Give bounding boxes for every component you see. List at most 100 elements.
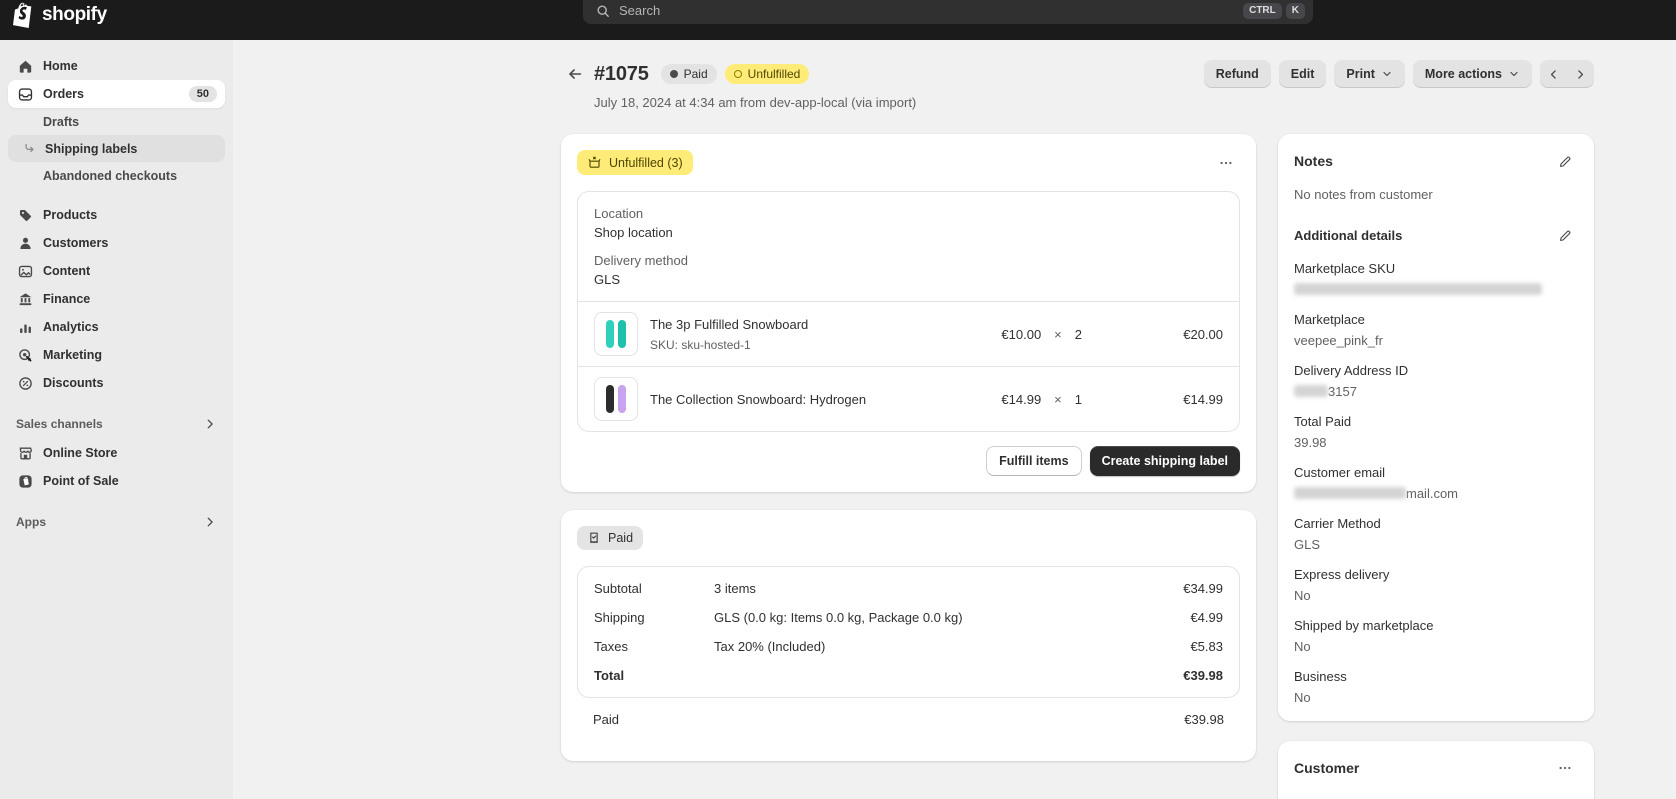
sidebar-item-online-store[interactable]: Online Store	[8, 439, 225, 467]
create-shipping-label-button[interactable]: Create shipping label	[1090, 446, 1240, 476]
unfulfilled-count-badge: Unfulfilled (3)	[577, 150, 693, 175]
product-title-link[interactable]: The Collection Snowboard: Hydrogen	[650, 392, 866, 407]
sidebar-item-label: Orders	[43, 87, 84, 101]
chevron-down-icon	[1381, 68, 1393, 80]
redacted-value	[1294, 283, 1542, 295]
sidebar-item-content[interactable]: Content	[8, 257, 225, 285]
chevron-right-icon	[203, 515, 217, 529]
shopify-bag-icon	[13, 1, 37, 28]
package-icon	[587, 155, 602, 170]
snowboard-graphic	[618, 320, 626, 348]
detail-field: Business No	[1294, 669, 1578, 705]
chevron-right-icon	[203, 417, 217, 431]
detail-field: Marketplace SKU	[1294, 261, 1578, 297]
order-pager	[1540, 60, 1594, 88]
sidebar-item-abandoned-checkouts[interactable]: Abandoned checkouts	[8, 162, 225, 189]
pencil-icon	[1558, 154, 1573, 169]
unfulfilled-status-badge: Unfulfilled	[725, 64, 810, 84]
sidebar-divider-gap	[8, 495, 225, 507]
line-total: €14.99	[1095, 392, 1223, 407]
additional-details-title: Additional details	[1294, 228, 1402, 243]
sidebar-item-label: Products	[43, 208, 97, 222]
unit-price: €10.00	[985, 327, 1041, 342]
edit-notes-button[interactable]	[1552, 150, 1578, 172]
sidebar-section-sales-channels[interactable]: Sales channels	[8, 409, 225, 439]
sidebar-item-orders[interactable]: Orders 50	[8, 80, 225, 108]
sidebar-item-label: Home	[43, 59, 78, 73]
sidebar-item-label: Online Store	[43, 446, 117, 460]
sidebar-item-label: Abandoned checkouts	[43, 169, 177, 183]
payment-row: Subtotal 3 items €34.99	[578, 574, 1239, 603]
order-number-title: #1075	[594, 63, 649, 86]
sidebar-item-analytics[interactable]: Analytics	[8, 313, 225, 341]
edit-button[interactable]: Edit	[1279, 60, 1327, 88]
previous-order-button[interactable]	[1540, 60, 1567, 88]
payment-card: Paid Subtotal 3 items €34.99 Shipping GL…	[561, 510, 1256, 761]
sidebar-item-label: Drafts	[43, 115, 79, 129]
shopify-logo: shopify	[13, 1, 107, 28]
multiply-sign: ×	[1054, 327, 1062, 342]
sidebar-item-shipping-labels[interactable]: Shipping labels	[8, 135, 225, 162]
delivery-method-label: Delivery method	[594, 253, 1223, 268]
payment-summary-box: Subtotal 3 items €34.99 Shipping GLS (0.…	[577, 566, 1240, 698]
sidebar-item-label: Analytics	[43, 320, 99, 334]
header-actions: Refund Edit Print More actions	[1204, 60, 1594, 88]
sidebar-item-label: Shipping labels	[45, 142, 137, 156]
customer-card: Customer	[1278, 741, 1594, 799]
shopify-wordmark: shopify	[42, 4, 107, 26]
sidebar-nav: Home Orders 50 Drafts Shipping labels Ab…	[0, 40, 233, 799]
detail-field: Customer email mail.com	[1294, 465, 1578, 501]
products-icon	[16, 206, 34, 224]
search-input[interactable]: Search CTRL K	[583, 0, 1313, 24]
sidebar-item-customers[interactable]: Customers	[8, 229, 225, 257]
redacted-value	[1294, 487, 1406, 499]
print-button[interactable]: Print	[1334, 60, 1404, 88]
sidebar-item-discounts[interactable]: Discounts	[8, 369, 225, 397]
online-store-icon	[16, 444, 34, 462]
chevron-left-icon	[1547, 68, 1560, 81]
sidebar-item-label: Discounts	[43, 376, 103, 390]
sidebar-item-marketing[interactable]: Marketing	[8, 341, 225, 369]
sidebar-item-point-of-sale[interactable]: Point of Sale	[8, 467, 225, 495]
sidebar-item-label: Content	[43, 264, 90, 278]
back-button[interactable]	[561, 60, 589, 88]
search-shortcut: CTRL K	[1243, 3, 1305, 19]
payment-row: Shipping GLS (0.0 kg: Items 0.0 kg, Pack…	[578, 603, 1239, 632]
redacted-value	[1294, 385, 1328, 397]
discounts-icon	[16, 374, 34, 392]
sidebar-item-home[interactable]: Home	[8, 52, 225, 80]
product-sku: SKU: sku-hosted-1	[650, 338, 808, 352]
notes-title: Notes	[1294, 153, 1333, 169]
notes-card: Notes No notes from customer Additional …	[1278, 134, 1594, 721]
next-order-button[interactable]	[1567, 60, 1594, 88]
point-of-sale-icon	[16, 472, 34, 490]
more-actions-button[interactable]: More actions	[1413, 60, 1532, 88]
finance-icon	[16, 290, 34, 308]
analytics-icon	[16, 318, 34, 336]
search-placeholder: Search	[619, 3, 660, 19]
open-circle-icon	[734, 70, 742, 78]
paid-status-badge: Paid	[661, 64, 717, 84]
product-thumbnail	[594, 377, 638, 421]
sidebar-item-finance[interactable]: Finance	[8, 285, 225, 313]
product-title-link[interactable]: The 3p Fulfilled Snowboard	[650, 317, 808, 332]
refund-button[interactable]: Refund	[1204, 60, 1271, 88]
fulfill-items-button[interactable]: Fulfill items	[986, 446, 1081, 476]
sidebar-item-products[interactable]: Products	[8, 201, 225, 229]
search-icon	[595, 3, 611, 19]
orders-count-badge: 50	[189, 86, 217, 102]
edit-additional-details-button[interactable]	[1552, 224, 1578, 246]
sidebar-item-label: Marketing	[43, 348, 102, 362]
payment-total-row: Total €39.98	[578, 661, 1239, 690]
fulfillment-card: Unfulfilled (3) Location Shop location D…	[561, 134, 1256, 492]
customers-icon	[16, 234, 34, 252]
sidebar-item-label: Finance	[43, 292, 90, 306]
customer-menu-button[interactable]	[1552, 757, 1578, 779]
sidebar-section-apps[interactable]: Apps	[8, 507, 225, 537]
sidebar-item-drafts[interactable]: Drafts	[8, 108, 225, 135]
unit-price: €14.99	[985, 392, 1041, 407]
fulfillment-menu-button[interactable]	[1212, 151, 1240, 175]
line-item-row: The 3p Fulfilled Snowboard SKU: sku-host…	[578, 301, 1239, 366]
sidebar-divider-gap	[8, 397, 225, 409]
payment-row: Taxes Tax 20% (Included) €5.83	[578, 632, 1239, 661]
